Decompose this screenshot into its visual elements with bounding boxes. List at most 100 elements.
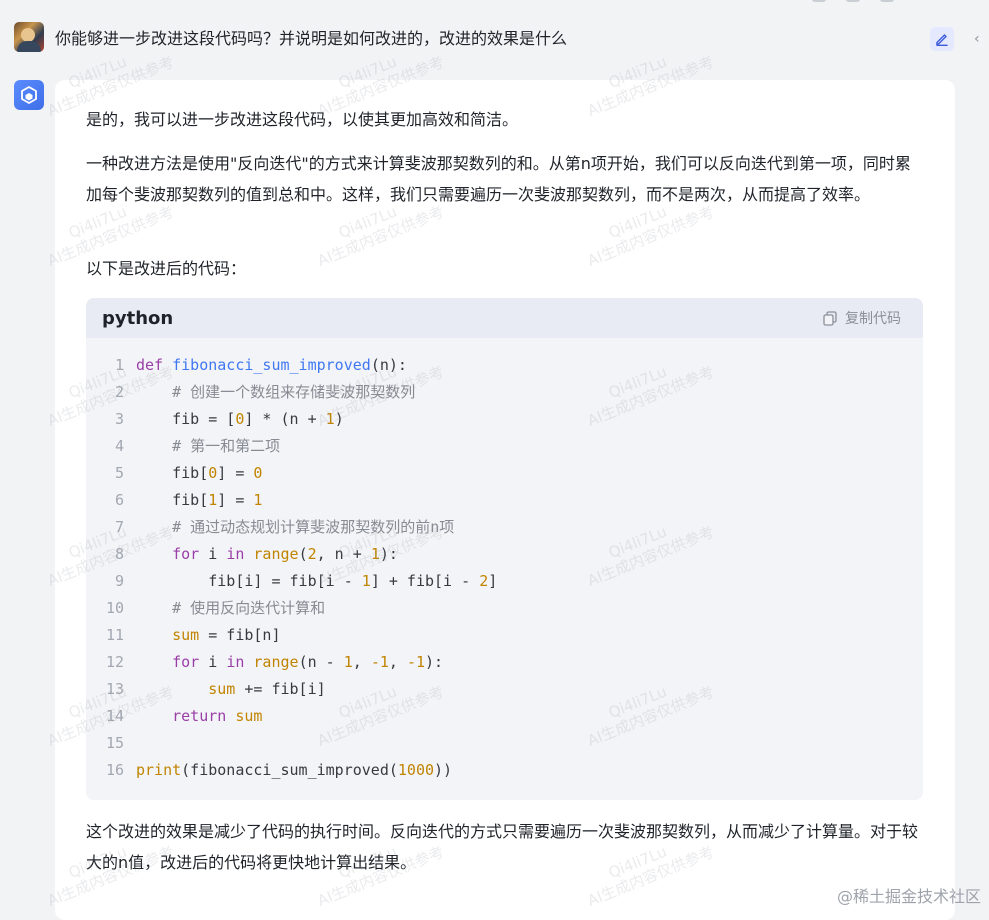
code-token: ] = — [217, 491, 254, 509]
line-number: 5 — [114, 464, 124, 482]
code-token: 1 — [370, 545, 380, 563]
code-token: += fib[i] — [235, 680, 326, 698]
line-number: 6 — [114, 491, 124, 509]
code-token: fib[ — [136, 491, 209, 509]
line-number: 9 — [114, 572, 124, 590]
code-token: -1 — [370, 653, 389, 671]
code-token: for — [172, 653, 200, 671]
code-line: 8 for i in range(2, n + 1): — [86, 541, 923, 568]
edit-question-button[interactable] — [930, 27, 954, 51]
code-body: 1 def fibonacci_sum_improved(n): 2 # 创建一个数… — [86, 352, 923, 784]
window-controls — [812, 0, 894, 2]
user-question: 你能够进一步改进这段代码吗？并说明是如何改进的，改进的效果是什么 — [55, 29, 568, 48]
code-token: 0 — [208, 464, 218, 482]
line-number: 4 — [114, 437, 124, 455]
copy-code-button[interactable]: 复制代码 — [823, 308, 901, 328]
line-number: 14 — [105, 707, 124, 725]
code-line: 2 # 创建一个数组来存储斐波那契数列 — [86, 379, 923, 406]
code-token: range — [253, 653, 299, 671]
line-number: 12 — [105, 653, 124, 671]
code-line: 10 # 使用反向迭代计算和 — [86, 595, 923, 622]
code-token: sum — [172, 626, 200, 644]
code-line: 6 fib[1] = 1 — [86, 487, 923, 514]
code-line: 11 sum = fib[n] — [86, 622, 923, 649]
line-number: 11 — [105, 626, 124, 644]
line-number: 2 — [114, 383, 124, 401]
line-number: 1 — [114, 356, 124, 374]
code-token: , — [352, 653, 371, 671]
code-block-header: python 复制代码 — [86, 298, 923, 338]
user-avatar — [14, 22, 44, 52]
code-line: 3 fib = [0] * (n + 1) — [86, 406, 923, 433]
code-token: range — [253, 545, 299, 563]
code-token: in — [226, 545, 245, 563]
code-token: in — [226, 653, 245, 671]
code-token: ] = — [217, 464, 254, 482]
code-token: return — [172, 707, 227, 725]
code-token: )) — [434, 761, 453, 779]
code-token: fibonacci_sum_improved — [172, 356, 371, 374]
code-token: # 第一和第二项 — [172, 437, 281, 455]
line-number: 13 — [105, 680, 124, 698]
copy-code-label: 复制代码 — [845, 311, 901, 327]
code-token: i — [199, 545, 227, 563]
answer-paragraph-method: 一种改进方法是使用"反向迭代"的方式来计算斐波那契数列的和。从第n项开始，我们可… — [86, 154, 911, 204]
code-token: ): — [425, 653, 444, 671]
code-line: 5 fib[0] = 0 — [86, 460, 923, 487]
code-token: (n): — [370, 356, 407, 374]
source-watermark: @稀土掘金技术社区 — [836, 887, 981, 906]
line-number: 15 — [105, 734, 124, 752]
code-line: 12 for i in range(n - 1, -1, -1): — [86, 649, 923, 676]
code-language-label: python — [102, 307, 174, 329]
code-token: print — [136, 761, 182, 779]
code-token: for — [172, 545, 200, 563]
answer-paragraph-effect: 这个改进的效果是减少了代码的执行时间。反向迭代的方式只需要遍历一次斐波那契数列，… — [86, 822, 919, 872]
code-token: ] — [488, 572, 498, 590]
line-number: 7 — [114, 518, 124, 536]
answer-card: 是的，我可以进一步改进这段代码，以使其更加高效和简洁。 一种改进方法是使用"反向… — [55, 80, 955, 920]
code-line: 13 sum += fib[i] — [86, 676, 923, 703]
code-token: , n + — [316, 545, 371, 563]
code-token: , — [388, 653, 407, 671]
chevron-left-icon[interactable]: ‹ — [974, 30, 980, 48]
code-token: (fibonacci_sum_improved( — [181, 761, 398, 779]
code-token: ] * (n + — [244, 410, 326, 428]
line-number: 16 — [105, 761, 124, 779]
code-line: 1 def fibonacci_sum_improved(n): — [86, 352, 923, 379]
code-token: # 创建一个数组来存储斐波那契数列 — [172, 383, 416, 401]
code-token: (n - — [298, 653, 344, 671]
code-token: fib = [ — [136, 410, 236, 428]
line-number: 3 — [114, 410, 124, 428]
code-line: 7 # 通过动态规划计算斐波那契数列的前n项 — [86, 514, 923, 541]
code-line: 4 # 第一和第二项 — [86, 433, 923, 460]
code-token: i — [199, 653, 227, 671]
code-token: ( — [298, 545, 308, 563]
pencil-icon — [936, 34, 948, 46]
code-token: 1 — [253, 491, 263, 509]
cube-logo-icon — [21, 86, 37, 104]
code-token: ) — [334, 410, 344, 428]
code-line: 14 return sum — [86, 703, 923, 730]
code-token: fib[i] = fib[i - — [136, 572, 362, 590]
code-token: # 通过动态规划计算斐波那契数列的前n项 — [172, 518, 455, 536]
code-token: def — [136, 356, 164, 374]
line-number: 10 — [105, 599, 124, 617]
code-token: 1 — [208, 491, 218, 509]
code-token: 2 — [307, 545, 317, 563]
code-block: python 复制代码 1 def fibonacci_sum_improved(… — [86, 298, 923, 800]
code-token: 1000 — [397, 761, 435, 779]
code-line: 16 print(fibonacci_sum_improved(1000)) — [86, 757, 923, 784]
code-token: 1 — [361, 572, 371, 590]
code-token: fib[ — [136, 464, 209, 482]
code-token: ] + fib[i - — [370, 572, 480, 590]
code-token: 2 — [479, 572, 489, 590]
code-token: 1 — [343, 653, 353, 671]
